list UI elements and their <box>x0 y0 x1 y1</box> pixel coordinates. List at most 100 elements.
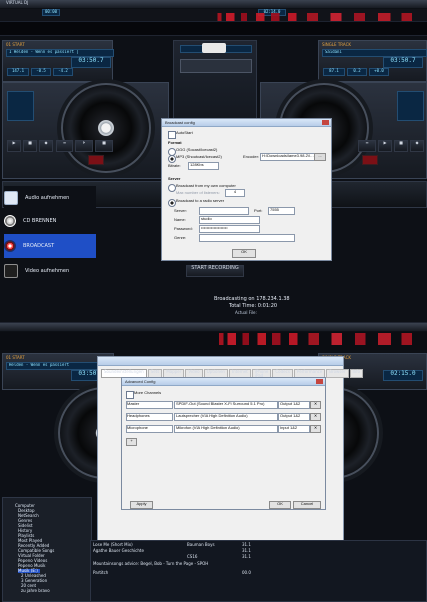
right-deck-header: SINGLE TRACK Saidani 03:50.7 87.1 0.2 +0… <box>318 40 427 82</box>
cassette-icon <box>4 191 18 205</box>
encoder-input[interactable]: H:\Downloads\lame3.98.2\lame <box>260 153 315 161</box>
headphones-role-select[interactable]: Headphones <box>126 413 173 421</box>
autostart-label: AutoStart <box>176 130 193 135</box>
browse-button[interactable]: ... <box>314 153 326 161</box>
left-track-title: 1 Helden - Wenn es passiert | <box>6 49 114 57</box>
browser-sidebar: Computer Desktop NetSearch Genres Sideli… <box>2 497 92 602</box>
right-loop-button[interactable]: ■ <box>394 140 408 152</box>
status-line: Mountainsongs advice: Begel, Bob - Turn … <box>93 561 209 566</box>
max-listeners-input[interactable]: 4 <box>225 189 245 197</box>
right-red-indicator <box>362 155 378 165</box>
master-role-select[interactable]: Master <box>126 401 173 409</box>
actual-file-text: Actual File: <box>235 310 257 315</box>
deck-switch[interactable] <box>202 43 226 53</box>
add-channel-button[interactable]: + <box>126 438 137 446</box>
name-input[interactable]: studio <box>199 216 260 224</box>
mixer-top-knobs[interactable] <box>180 59 252 73</box>
format-label: Format <box>168 140 182 145</box>
left-deck-2-header-label: 01 START <box>6 355 25 360</box>
more-channels-checkbox[interactable] <box>126 391 134 399</box>
left-fx-button[interactable]: ⏵ <box>75 140 93 152</box>
port-label: Port: <box>254 208 263 213</box>
track-title-1[interactable]: Lose Me (Short Mix) <box>93 542 133 547</box>
menu-item-video-label: Video aufnehmen <box>25 268 70 274</box>
video-icon <box>4 264 18 278</box>
remove-headphones-button[interactable]: ✕ <box>310 413 321 421</box>
more-channels-label: More Channels <box>134 390 162 395</box>
left-deck-header: 01 START 1 Helden - Wenn es passiert | 0… <box>2 40 114 82</box>
password-label: Password: <box>174 226 193 231</box>
deck-screen-2: 01 START Helden - Wenn es passiert 03:50… <box>0 350 427 602</box>
port-input[interactable]: 7555 <box>268 207 295 215</box>
right-deck-2-time: 02:15.0 <box>383 370 423 381</box>
server-input[interactable] <box>199 207 249 215</box>
right-bpm: 87.1 <box>323 68 345 76</box>
microphone-input-select[interactable]: Input 1&2 <box>278 425 310 433</box>
right-pitch-button[interactable]: ≡ <box>358 140 376 152</box>
menu-item-video-recording[interactable]: Video aufnehmen <box>4 259 96 283</box>
advanced-ok-button[interactable]: OK <box>269 501 291 509</box>
microphone-role-select[interactable]: Microphone <box>126 425 173 433</box>
footer-track: Partitch <box>93 570 109 575</box>
left-pitch-button[interactable]: ≡ <box>56 140 73 152</box>
left-deck-header-label: 01 START <box>6 42 25 47</box>
sidebar-item-bravo[interactable]: zu jahre bravo <box>21 588 50 593</box>
master-device-select[interactable]: SPDIF-Out (Sound Blaster X-Fi Surround 5… <box>174 401 278 409</box>
deck-screen-1: 01 START 1 Helden - Wenn es passiert | 0… <box>0 35 427 323</box>
ogg-label: OGG (Socast/Icecast2) <box>176 147 218 152</box>
remove-master-button[interactable]: ✕ <box>310 401 321 409</box>
track-list: Lose Me (Short Mix) Bauman Boys 31.1 Aga… <box>90 540 427 602</box>
tab-browser[interactable]: Browser <box>326 369 349 378</box>
track-bpm-3: 31.1 <box>242 554 251 559</box>
left-cue-button[interactable]: ▶ <box>7 140 21 152</box>
close-icon[interactable] <box>322 120 329 125</box>
remove-microphone-button[interactable]: ✕ <box>310 425 321 433</box>
menu-item-cd-label: CD BRENNEN <box>23 218 57 224</box>
bitrate-select[interactable]: 128Kbs <box>188 162 219 170</box>
mp3-radio[interactable] <box>168 155 176 163</box>
track-title-2[interactable]: Agathe Bauer Geschichte <box>93 548 144 553</box>
radio-server-radio[interactable] <box>168 199 176 207</box>
footer-value: 00.0 <box>242 570 251 575</box>
top-titlebar <box>0 0 427 9</box>
headphones-output-select[interactable]: Output 1&2 <box>278 413 310 421</box>
genre-input[interactable] <box>199 234 295 242</box>
menu-item-broadcast[interactable]: BROADCAST <box>4 234 96 258</box>
apply-button[interactable]: Apply <box>130 501 153 509</box>
middle-strip <box>0 322 427 352</box>
left-turntable[interactable] <box>61 83 151 173</box>
right-time-readout: 03:50.7 <box>383 57 423 68</box>
microphone-device-select[interactable]: Mikrofon (VIA High Definition Audio) <box>174 425 278 433</box>
broadcast-ok-button[interactable]: OK <box>232 249 256 258</box>
top-time-a: 00:00 <box>42 9 60 16</box>
right-sync-button[interactable]: ◆ <box>410 140 424 152</box>
left-pitch: -0.5 <box>31 68 51 76</box>
menu-item-audio-recording[interactable]: Audio aufnehmen <box>4 186 96 210</box>
bitrate-label: Bitrate: <box>168 163 181 168</box>
autostart-checkbox[interactable] <box>168 131 176 139</box>
menu-item-cd-burn[interactable]: CD BRENNEN <box>4 209 96 233</box>
app-title: VIRTUAL DJ <box>6 0 29 5</box>
own-computer-radio[interactable] <box>168 184 176 192</box>
server-section-label: Server <box>168 176 181 181</box>
left-sync-button[interactable]: ◆ <box>39 140 53 152</box>
track-artist-1: Bauman Boys <box>187 542 215 547</box>
headphones-device-select[interactable]: Lautsprecher (VIA High Definition Audio) <box>174 413 278 421</box>
right-cue-button[interactable]: ▶ <box>378 140 392 152</box>
advanced-close-icon[interactable] <box>316 379 323 384</box>
top-strip: VIRTUAL DJ 00:00 02:14.0 <box>0 0 427 36</box>
left-loop-button[interactable]: ■ <box>23 140 37 152</box>
right-deck-header-label: SINGLE TRACK <box>322 42 351 47</box>
encoder-label: Encoder: <box>243 154 260 159</box>
track-bpm-1: 31.1 <box>242 542 251 547</box>
right-deck-info-screen <box>397 91 424 121</box>
master-output-select[interactable]: Output 1&2 <box>278 401 310 409</box>
left-stop-button[interactable]: ■ <box>95 140 113 152</box>
left-menu: Audio aufnehmen CD BRENNEN BROADCAST Vid… <box>4 186 96 286</box>
tab-info[interactable]: Info <box>349 369 364 378</box>
start-recording-button[interactable]: START RECORDING <box>186 265 244 277</box>
cancel-button[interactable]: Cancel <box>293 501 321 509</box>
left-gain: -4.2 <box>53 68 73 76</box>
password-input[interactable]: ••••••••••••••••••• <box>199 225 260 233</box>
cd-icon <box>4 215 16 227</box>
